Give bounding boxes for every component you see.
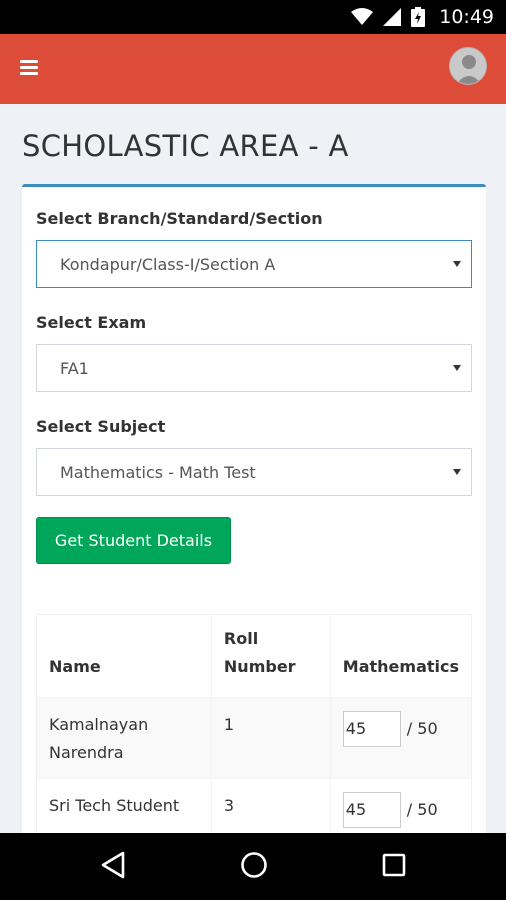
- roll-header-line2: Number: [223, 656, 296, 676]
- back-icon[interactable]: [100, 850, 126, 880]
- hamburger-icon[interactable]: [20, 60, 38, 76]
- marks-table: Name Roll Number Mathematics Kamalnayan …: [36, 614, 472, 833]
- user-avatar-icon[interactable]: [449, 47, 487, 85]
- table-row: Kamalnayan Narendra 1 / 50: [37, 696, 471, 778]
- student-name: Sri Tech Student: [37, 777, 212, 833]
- table-header-row: Name Roll Number Mathematics: [37, 615, 471, 697]
- app-header: [0, 34, 506, 104]
- subject-select-value: Mathematics - Math Test: [60, 463, 256, 482]
- branch-label: Select Branch/Standard/Section: [36, 209, 323, 228]
- system-navigation-bar: [0, 833, 506, 900]
- mathematics-column-header: Mathematics: [342, 656, 459, 676]
- student-name: Kamalnayan Narendra: [37, 696, 212, 778]
- roll-header-line1: Roll: [223, 628, 259, 648]
- branch-select-value: Kondapur/Class-I/Section A: [60, 255, 276, 274]
- name-column-header: Name: [37, 615, 212, 697]
- caret-down-icon: [453, 469, 461, 475]
- wifi-icon: [351, 8, 374, 25]
- subject-select[interactable]: Mathematics - Math Test: [36, 448, 472, 496]
- exam-select-value: FA1: [60, 359, 89, 378]
- roll-number-column-header: Roll Number: [211, 615, 331, 697]
- mark-cell: / 50: [330, 696, 471, 778]
- exam-label: Select Exam: [36, 313, 147, 332]
- home-icon[interactable]: [239, 850, 269, 880]
- caret-down-icon: [453, 365, 461, 371]
- signal-icon: [383, 8, 402, 26]
- battery-charging-icon: [411, 7, 426, 27]
- mark-cell: / 50: [330, 777, 471, 833]
- exam-select[interactable]: FA1: [36, 344, 472, 392]
- roll-number: 3: [211, 777, 331, 833]
- branch-select[interactable]: Kondapur/Class-I/Section A: [36, 240, 472, 288]
- roll-number: 1: [211, 696, 331, 778]
- mark-input[interactable]: [342, 791, 401, 828]
- get-student-details-button[interactable]: Get Student Details: [36, 517, 231, 564]
- subject-label: Select Subject: [36, 417, 166, 436]
- mark-input[interactable]: [342, 710, 401, 747]
- status-time: 10:49: [439, 6, 494, 28]
- status-bar: 10:49: [0, 0, 506, 34]
- table-row: Sri Tech Student 3 / 50: [37, 777, 471, 833]
- main-content: SCHOLASTIC AREA - A Select Branch/Standa…: [0, 104, 506, 833]
- form-card: Select Branch/Standard/Section Kondapur/…: [22, 184, 486, 833]
- page-title: SCHOLASTIC AREA - A: [22, 129, 349, 163]
- mark-max: / 50: [406, 799, 438, 819]
- recents-icon[interactable]: [381, 850, 407, 880]
- caret-down-icon: [453, 261, 461, 267]
- mark-max: / 50: [406, 718, 438, 738]
